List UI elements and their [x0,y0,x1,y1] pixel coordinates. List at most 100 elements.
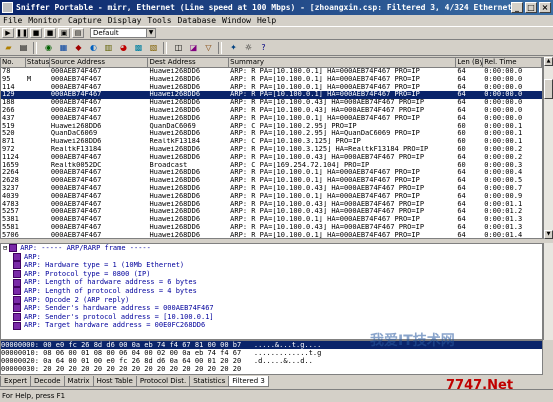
minimize-button[interactable]: _ [511,2,523,13]
table-cell: Huawei268DD6 [149,68,201,75]
hex-line[interactable]: 00000010: 08 06 00 01 08 00 06 04 00 02 … [1,349,542,357]
detail-line[interactable]: ARP: Hardware type = 1 (10Mb Ethernet) [1,261,542,270]
help-icon[interactable]: ? [257,42,270,54]
menu-capture[interactable]: Capture [65,16,105,25]
profile-select[interactable]: Default ▼ [90,28,156,38]
menu-display[interactable]: Display [105,16,145,25]
table-row[interactable]: 4783 000AEB74F467 Huawei268DD6 ARP: R PA=[1… [1,201,542,209]
table-cell: 0:00:00.9 [484,192,523,200]
table-row[interactable]: 2264 000AEB74F467 Huawei268DD6 ARP: R PA=[1… [1,169,542,177]
address-book-icon[interactable]: ◫ [172,42,185,54]
table-row[interactable]: 1124 000AEB74F467 Huawei268DD6 ARP: R PA=[1… [1,154,542,162]
table-row[interactable]: 95 M 000AEB74F467 Huawei268DD6 ARP: R PA=[10… [1,76,542,84]
history-icon[interactable]: ▥ [102,42,115,54]
alarm-log-icon[interactable]: ▧ [147,42,160,54]
detail-line[interactable]: ARP: Sender's protocol address = [10.100… [1,313,542,322]
table-row[interactable]: 519 Huawei268DD6 QuanDaC6069 ARP: C PA=[10.… [1,123,542,131]
detail-line[interactable]: ARP: Protocol type = 0800 (IP) [1,270,542,279]
detail-line[interactable]: ARP: [1,253,542,262]
table-row[interactable]: 4039 000AEB74F467 Huawei268DD6 ARP: R PA=[1… [1,193,542,201]
column-header-dest[interactable]: Dest Address [148,58,230,67]
scroll-up-icon[interactable]: ▲ [544,57,553,66]
table-row[interactable]: 5581 000AEB74F467 Huawei268DD6 ARP: R PA=[1… [1,224,542,232]
table-cell: 60 [457,122,466,130]
application-response-icon[interactable]: ◐ [87,42,100,54]
detail-scrollbar[interactable] [543,243,553,340]
menu-help[interactable]: Help [254,16,279,25]
table-cell: 95 [2,75,11,83]
packet-list: No. Status Source Address Dest Address S… [0,57,543,239]
detail-line[interactable]: ARP: Opcode 2 (ARP reply) [1,296,542,305]
menu-tools[interactable]: Tools [144,16,174,25]
table-row[interactable]: 871 Huawei268DD6 RealtkF13184 ARP: C PA=[10… [1,138,542,146]
detail-line[interactable]: ARP: Length of protocol address = 4 byte… [1,287,542,296]
tab-host-table[interactable]: Host Table [92,376,137,387]
menu-monitor[interactable]: Monitor [25,16,65,25]
column-header-summary[interactable]: Summary [229,58,457,67]
tab-expert[interactable]: Expert [0,376,31,387]
table-row[interactable]: 129 000AEB74F467 Huawei268DD6 ARP: R PA=[10… [1,91,542,100]
table-row[interactable]: 972 RealtkF13184 Huawei268DD6 ARP: R PA=[10… [1,146,542,154]
table-row[interactable]: 5257 000AEB74F467 Huawei268DD6 ARP: R PA=[1… [1,208,542,216]
dashboard-icon[interactable]: ◉ [42,42,55,54]
stop-display-icon[interactable]: ■ [44,28,56,38]
print-icon[interactable]: ▤ [17,42,30,54]
table-row[interactable]: 3237 000AEB74F467 Huawei268DD6 ARP: R PA=[1… [1,185,542,193]
table-row[interactable]: 114 000AEB74F467 Huawei268DD6 ARP: R PA=[10… [1,84,542,92]
tools-icon[interactable]: ✦ [227,42,240,54]
hex-line[interactable]: 00000000: 00 e0 fc 26 8d d6 00 0a eb 74 … [1,341,542,349]
table-row[interactable]: 2628 000AEB74F467 Huawei268DD6 ARP: R PA=[1… [1,177,542,185]
scroll-down-icon[interactable]: ▼ [544,230,553,239]
select-settings-icon[interactable]: ◪ [187,42,200,54]
table-cell: Huawei268DD6 [149,169,201,177]
tab-statistics[interactable]: Statistics [189,376,230,387]
column-header-len[interactable]: Len (Byte) [456,58,484,67]
filter-icon[interactable]: ▽ [202,42,215,54]
hex-line[interactable]: 00000030: 20 20 20 20 20 20 20 20 20 20 … [1,365,542,373]
maximize-button[interactable]: □ [525,2,537,13]
define-filter-icon[interactable]: ▤ [72,28,84,38]
chevron-down-icon: ▼ [146,29,155,37]
table-cell: ARP: R PA=[10.100.0.1] HA=000AEB74F467 P… [230,177,420,185]
display-icon[interactable]: ▣ [58,28,70,38]
stop-capture-icon[interactable]: ■ [30,28,42,38]
table-row[interactable]: 5381 000AEB74F467 Huawei268DD6 ARP: R PA=[1… [1,216,542,224]
column-header-no[interactable]: No. [1,58,26,67]
close-button[interactable]: × [539,2,551,13]
protocol-dist-icon[interactable]: ◕ [117,42,130,54]
menu-file[interactable]: File [0,16,25,25]
settings-icon[interactable]: ☼ [242,42,255,54]
table-row[interactable]: 1659 Realtk0052DC Broadcast ARP: C PA=[169.… [1,162,542,170]
global-stats-icon[interactable]: ▩ [132,42,145,54]
menu-database[interactable]: Database [175,16,220,25]
pause-capture-icon[interactable]: ❚❚ [16,28,28,38]
host-table-icon[interactable]: ▦ [57,42,70,54]
table-row[interactable]: 266 000AEB74F467 Huawei268DD6 ARP: R PA=[10… [1,107,542,115]
matrix-icon[interactable]: ◆ [72,42,85,54]
table-row[interactable]: 520 QuanDaC6069 Huawei268DD6 ARP: R PA=[10.… [1,130,542,138]
tab-protocol-dist[interactable]: Protocol Dist. [135,376,191,387]
table-row[interactable]: 188 000AEB74F467 Huawei268DD6 ARP: R PA=[10… [1,99,542,107]
detail-line[interactable]: ARP: Length of hardware address = 6 byte… [1,278,542,287]
tab-filtered[interactable]: Filtered 3 [228,376,269,387]
start-capture-icon[interactable]: ▶ [2,28,14,38]
separator [163,41,167,54]
scroll-thumb[interactable] [544,79,553,99]
packet-list-scrollbar[interactable]: ▲ ▼ [543,57,553,239]
hex-line[interactable]: 00000020: 0a 64 00 01 00 e0 fc 26 8d d6 … [1,357,542,365]
column-header-reltime[interactable]: Rel. Time [483,58,542,67]
detail-line[interactable]: ARP: Target hardware address = 00E0FC268… [1,321,542,330]
menu-window[interactable]: Window [219,16,254,25]
detail-header[interactable]: ⊟ ARP: ----- ARP/RARP frame ----- [1,244,542,253]
detail-line[interactable]: ARP: Sender's hardware address = 000AEB7… [1,304,542,313]
tab-matrix[interactable]: Matrix [63,376,94,387]
table-cell: 000AEB74F467 [50,91,102,99]
table-cell: 000AEB74F467 [50,75,102,83]
open-icon[interactable]: ▰ [2,42,15,54]
column-header-source[interactable]: Source Address [50,58,149,67]
table-row[interactable]: 5706 000AEB74F467 Huawei268DD6 ARP: R PA=[1… [1,232,542,238]
tab-decode[interactable]: Decode [29,376,65,387]
table-row[interactable]: 437 000AEB74F467 Huawei268DD6 ARP: R PA=[10… [1,115,542,123]
column-header-status[interactable]: Status [26,58,50,67]
table-row[interactable]: 78 000AEB74F467 Huawei268DD6 ARP: R PA=[10.… [1,68,542,76]
